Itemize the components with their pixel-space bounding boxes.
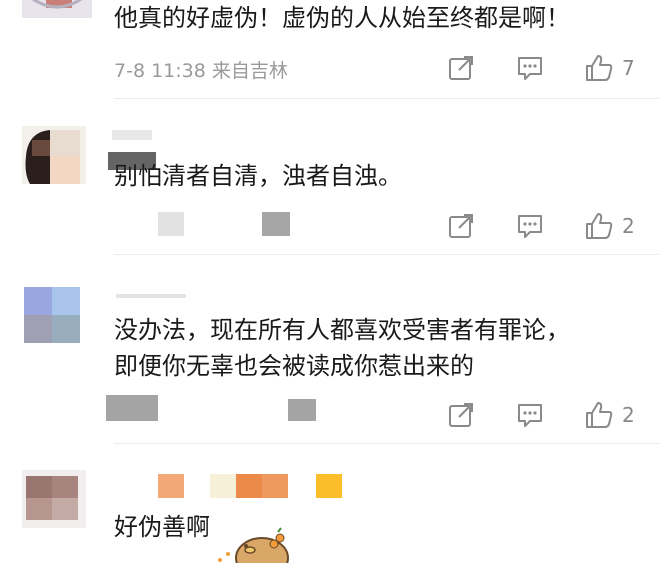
- meta-redacted: [106, 395, 158, 421]
- meta-redacted: [288, 399, 316, 421]
- username-redacted: [158, 474, 184, 498]
- divider: [114, 254, 660, 255]
- comment-button[interactable]: [516, 55, 544, 81]
- comment-meta: 7-8 11:38 来自吉林: [114, 60, 288, 82]
- avatar-image: [22, 0, 92, 18]
- comment-button[interactable]: [516, 402, 544, 428]
- username-redacted: [116, 294, 186, 298]
- share-button[interactable]: [447, 212, 475, 240]
- thumbs-up-icon: [586, 55, 613, 81]
- share-icon: [449, 56, 473, 80]
- like-button[interactable]: 7: [584, 53, 635, 83]
- avatar[interactable]: [22, 470, 86, 528]
- share-button[interactable]: [447, 401, 475, 429]
- comment-text: 好伪善啊: [114, 513, 210, 541]
- avatar[interactable]: [24, 287, 80, 343]
- share-button[interactable]: [447, 54, 475, 82]
- like-button[interactable]: 2: [584, 400, 635, 430]
- username-redacted: [236, 474, 262, 498]
- thumbs-up-icon: [586, 402, 613, 428]
- comment-icon: [518, 404, 542, 427]
- thumbs-up-icon: [586, 213, 613, 239]
- share-icon: [449, 403, 473, 427]
- comment-icon: [518, 57, 542, 80]
- like-count: 2: [622, 214, 635, 238]
- comment-text: 没办法，现在所有人都喜欢受害者有罪论，: [114, 316, 570, 344]
- divider: [114, 443, 660, 444]
- like-button[interactable]: 2: [584, 211, 635, 241]
- capybara-sticker-icon: [214, 524, 294, 563]
- username-redacted: [112, 130, 152, 140]
- comment-icon: [518, 215, 542, 238]
- comment-text: 他真的好虚伪！虚伪的人从始至终都是啊！: [114, 4, 570, 32]
- meta-redacted: [158, 212, 184, 236]
- comment-text: 即便你无辜也会被读成你惹出来的: [114, 352, 474, 380]
- like-count: 7: [622, 56, 635, 80]
- username-redacted: [262, 474, 288, 498]
- avatar-image: [24, 287, 80, 343]
- meta-redacted: [262, 212, 290, 236]
- comment-text: 别怕清者自清，浊者自浊。: [114, 162, 402, 190]
- avatar-image: [22, 470, 86, 528]
- username-redacted: [316, 474, 342, 498]
- avatar[interactable]: [22, 0, 92, 18]
- username-redacted: [210, 474, 236, 498]
- share-icon: [449, 214, 473, 238]
- avatar[interactable]: [22, 126, 86, 184]
- like-count: 2: [622, 403, 635, 427]
- avatar-image: [22, 126, 86, 184]
- comment-button[interactable]: [516, 213, 544, 239]
- divider: [114, 98, 660, 99]
